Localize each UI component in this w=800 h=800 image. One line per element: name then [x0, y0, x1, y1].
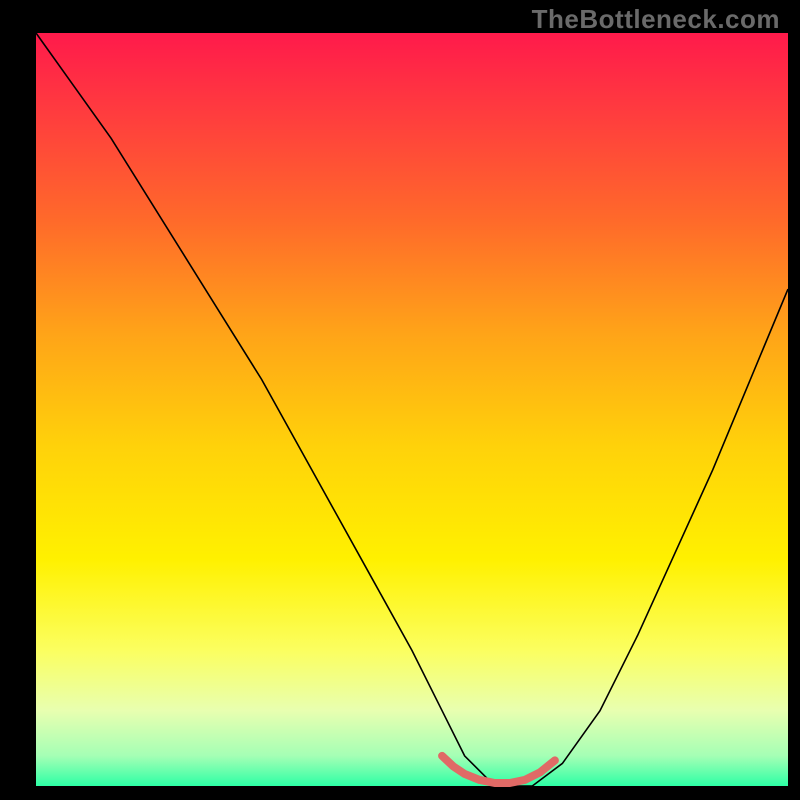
chart-svg: [0, 0, 800, 800]
chart-background: [36, 33, 788, 786]
chart-container: TheBottleneck.com: [0, 0, 800, 800]
watermark-text: TheBottleneck.com: [532, 4, 780, 35]
